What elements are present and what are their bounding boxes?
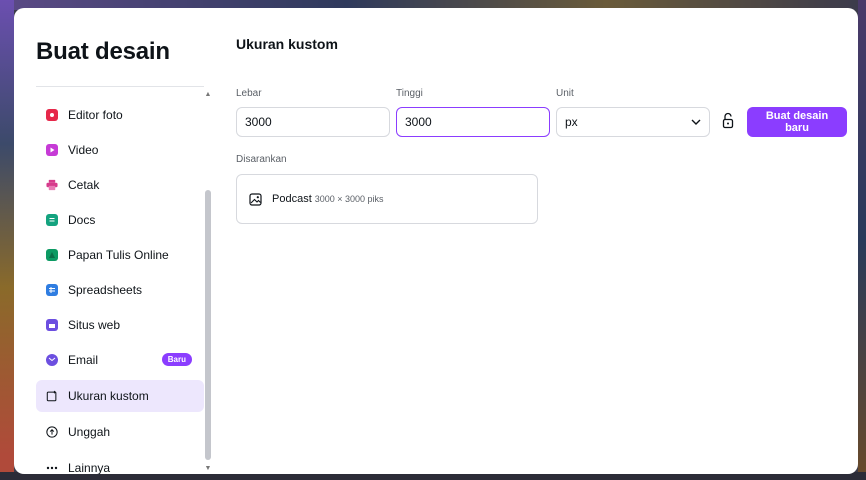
sidebar-divider	[36, 86, 204, 87]
website-icon	[46, 319, 58, 331]
sidebar-item-spreadsheets[interactable]: Spreadsheets	[36, 274, 204, 306]
chevron-down-icon	[691, 119, 701, 125]
video-icon	[46, 144, 58, 156]
create-new-design-button[interactable]: Buat desain baru	[747, 107, 847, 137]
docs-icon	[46, 214, 58, 226]
width-label: Lebar	[236, 88, 262, 99]
sidebar-item-label: Cetak	[68, 178, 100, 192]
sidebar-item-unggah[interactable]: Unggah	[36, 416, 204, 448]
sidebar-item-label: Spreadsheets	[68, 283, 143, 297]
sidebar-item-docs[interactable]: Docs	[36, 204, 204, 236]
new-badge: Baru	[161, 353, 192, 366]
scroll-thumb[interactable]	[205, 190, 211, 460]
scroll-down-arrow-icon[interactable]: ▼	[204, 464, 212, 474]
sidebar: Editor foto Video Cetak Docs Papan Tulis…	[36, 90, 204, 474]
sidebar-item-cetak[interactable]: Cetak	[36, 169, 204, 201]
create-design-dialog: Buat desain Editor foto Video Cetak Docs…	[14, 8, 858, 474]
custom-size-icon	[46, 390, 58, 402]
sidebar-item-label: Situs web	[68, 318, 121, 332]
sidebar-item-label: Papan Tulis Online	[68, 248, 169, 262]
height-label: Tinggi	[396, 88, 423, 99]
scroll-up-arrow-icon[interactable]: ▲	[204, 90, 212, 100]
backdrop-right	[858, 0, 866, 480]
whiteboard-icon	[46, 249, 58, 261]
sidebar-item-ukuran-kustom[interactable]: Ukuran kustom	[36, 380, 204, 412]
suggested-item-size: 3000 × 3000 piks	[314, 194, 384, 204]
unit-select-value: px	[565, 115, 578, 129]
suggested-item-name: Podcast	[272, 193, 312, 205]
sidebar-item-label: Unggah	[68, 425, 111, 439]
sidebar-item-label: Docs	[68, 213, 96, 227]
more-icon	[46, 462, 58, 474]
unlock-aspect-ratio-icon[interactable]	[721, 112, 735, 130]
sidebar-item-label: Editor foto	[68, 108, 123, 122]
unit-select[interactable]: px	[556, 107, 710, 137]
sidebar-item-lainnya[interactable]: Lainnya	[36, 452, 204, 474]
width-input[interactable]	[236, 107, 390, 137]
unit-label: Unit	[556, 88, 574, 99]
dialog-title: Buat desain	[36, 38, 170, 65]
image-icon	[249, 192, 262, 206]
sidebar-item-label: Ukuran kustom	[68, 389, 149, 403]
sidebar-item-video[interactable]: Video	[36, 134, 204, 166]
sidebar-item-editor-foto[interactable]: Editor foto	[36, 99, 204, 131]
section-title: Ukuran kustom	[236, 36, 338, 52]
sidebar-item-email[interactable]: Email Baru	[36, 344, 204, 376]
photo-editor-icon	[46, 109, 58, 121]
height-input[interactable]	[396, 107, 550, 137]
print-icon	[46, 179, 58, 191]
spreadsheet-icon	[46, 284, 58, 296]
sidebar-scrollbar[interactable]: ▲ ▼	[204, 90, 212, 474]
sidebar-item-label: Lainnya	[68, 461, 111, 474]
backdrop-left	[0, 0, 14, 480]
email-icon	[46, 354, 58, 366]
upload-icon	[46, 426, 58, 438]
sidebar-item-papan-tulis-online[interactable]: Papan Tulis Online	[36, 239, 204, 271]
sidebar-item-label: Email	[68, 353, 99, 367]
suggested-label: Disarankan	[236, 154, 287, 165]
sidebar-item-situs-web[interactable]: Situs web	[36, 309, 204, 341]
sidebar-item-label: Video	[68, 143, 99, 157]
suggested-item-podcast[interactable]: Podcast 3000 × 3000 piks	[236, 174, 538, 224]
